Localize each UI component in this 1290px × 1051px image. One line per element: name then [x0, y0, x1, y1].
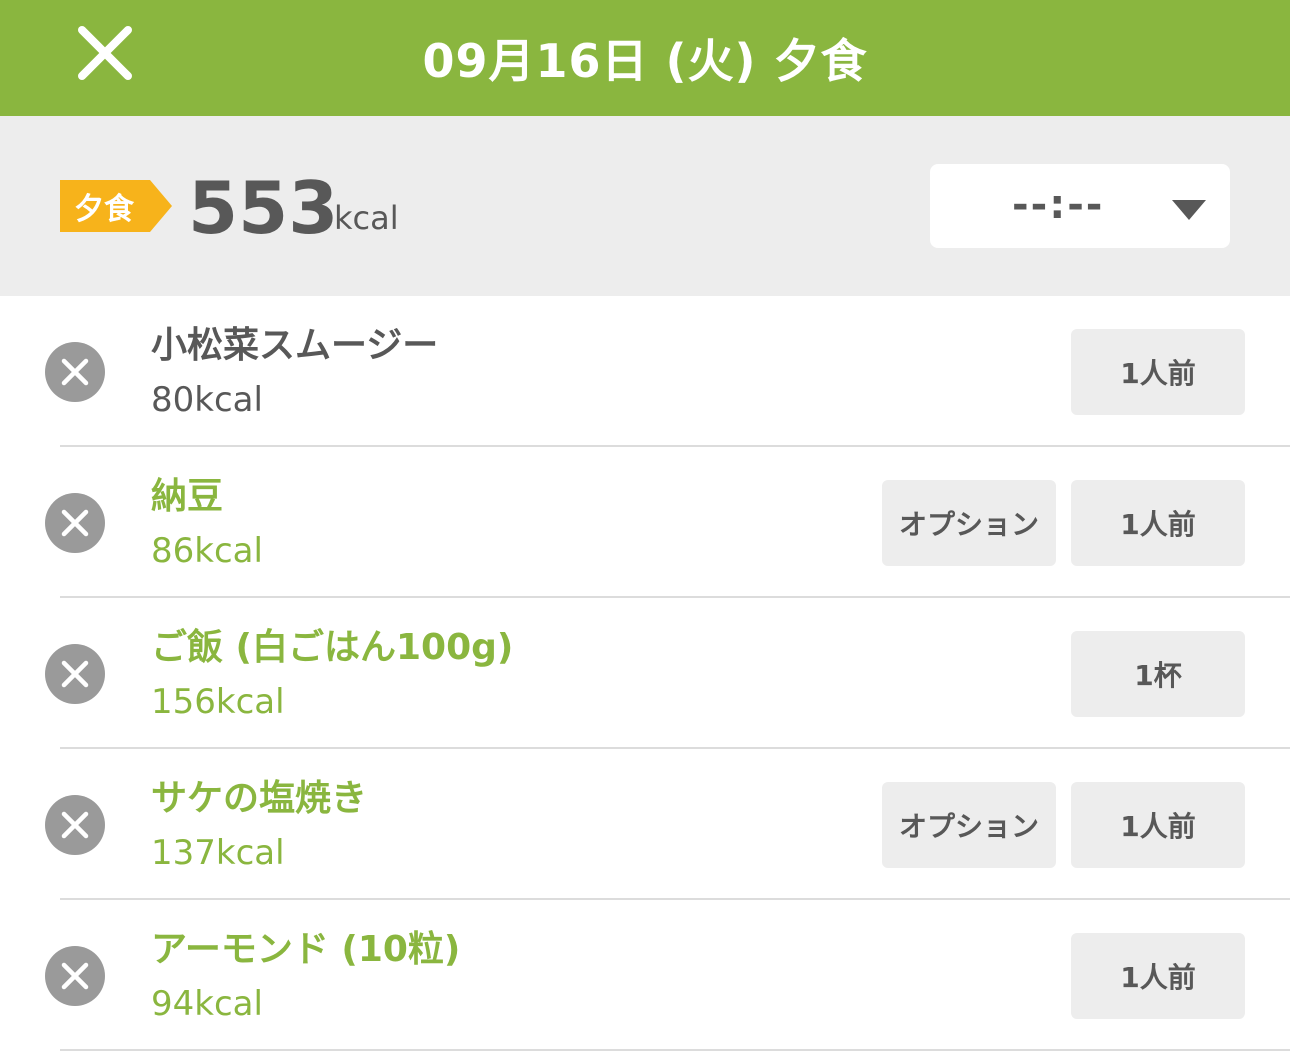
food-calories: 94kcal — [151, 984, 263, 1024]
food-name[interactable]: ご飯 (白ごはん100g) — [151, 626, 513, 670]
remove-food-icon[interactable] — [45, 644, 105, 704]
portion-button[interactable]: 1杯 — [1071, 631, 1245, 717]
option-button[interactable]: オプション — [882, 782, 1056, 868]
portion-button[interactable]: 1人前 — [1071, 329, 1245, 415]
food-calories: 156kcal — [151, 682, 285, 722]
remove-food-icon[interactable] — [45, 795, 105, 855]
total-calories-unit: kcal — [334, 199, 399, 237]
portion-button[interactable]: 1人前 — [1071, 782, 1245, 868]
food-item: 納豆 86kcal オプション 1人前 — [0, 447, 1290, 598]
food-name[interactable]: アーモンド (10粒) — [151, 928, 460, 972]
portion-button[interactable]: 1人前 — [1071, 480, 1245, 566]
portion-button[interactable]: 1人前 — [1071, 933, 1245, 1019]
food-item: ご飯 (白ごはん100g) 156kcal 1杯 — [0, 598, 1290, 749]
food-calories: 80kcal — [151, 380, 263, 420]
option-button[interactable]: オプション — [882, 480, 1056, 566]
remove-food-icon[interactable] — [45, 342, 105, 402]
chevron-down-icon — [1172, 200, 1206, 224]
close-icon[interactable] — [72, 20, 138, 86]
remove-food-icon[interactable] — [45, 493, 105, 553]
page-title: 09月16日 (火) 夕食 — [422, 34, 868, 88]
food-item: 小松菜スムージー 80kcal 1人前 — [0, 296, 1290, 447]
meal-time-value: --:-- — [1012, 182, 1105, 228]
meal-type-badge: 夕食 — [60, 180, 172, 232]
food-name: 小松菜スムージー — [151, 325, 439, 366]
food-item: サケの塩焼き 137kcal オプション 1人前 — [0, 749, 1290, 900]
food-calories: 137kcal — [151, 833, 285, 873]
food-item: アーモンド (10粒) 94kcal 1人前 — [0, 900, 1290, 1051]
total-calories: 553 — [188, 166, 339, 250]
food-name[interactable]: 納豆 — [151, 475, 223, 519]
meal-time-select[interactable]: --:-- — [930, 164, 1230, 248]
food-calories: 86kcal — [151, 531, 263, 571]
remove-food-icon[interactable] — [45, 946, 105, 1006]
food-name[interactable]: サケの塩焼き — [151, 777, 367, 821]
header-bar: 09月16日 (火) 夕食 — [0, 0, 1290, 116]
